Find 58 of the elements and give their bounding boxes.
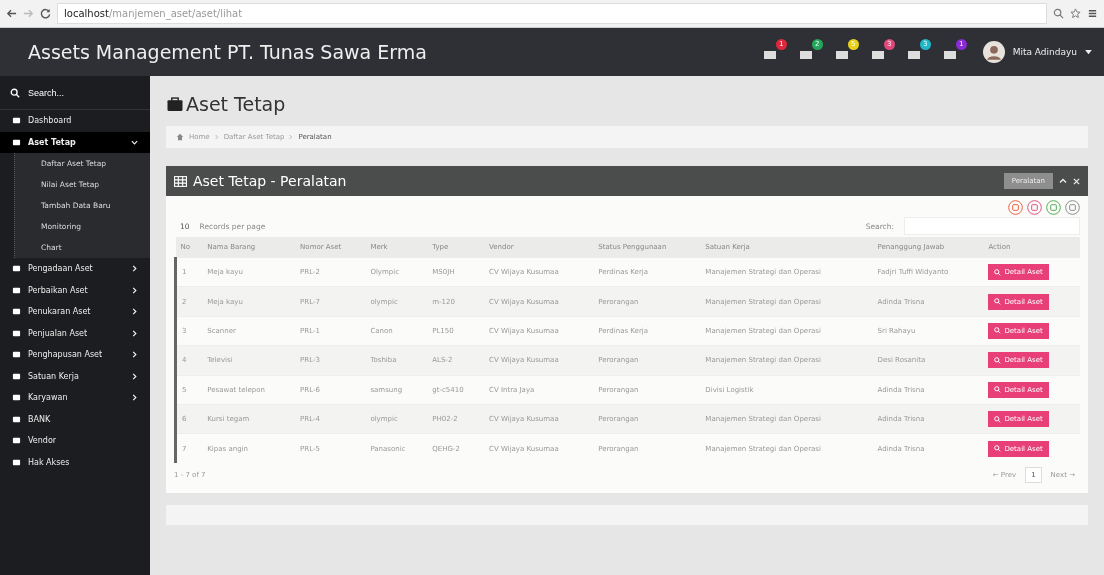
briefcase-icon xyxy=(166,96,184,112)
chevron-right-icon xyxy=(214,134,219,140)
search-icon xyxy=(994,415,1002,423)
reload-icon[interactable] xyxy=(40,8,51,19)
search-icon xyxy=(994,445,1002,453)
sidebar-item[interactable]: Pengadaan Aset xyxy=(0,258,150,280)
menu-icon[interactable] xyxy=(1087,8,1098,19)
menu-item-icon xyxy=(12,285,21,295)
menu-item-icon xyxy=(12,457,21,467)
menu-item-icon xyxy=(12,264,21,274)
address-bar[interactable]: localhost/manjemen_aset/aset/lihat xyxy=(57,3,1047,24)
user-menu[interactable]: Mita Adindayu xyxy=(1012,47,1077,57)
collapse-icon[interactable] xyxy=(1059,177,1067,185)
search-icon xyxy=(994,298,1002,306)
menu-item-icon xyxy=(12,371,21,381)
sidebar-item[interactable]: Satuan Kerja xyxy=(0,365,150,387)
sidebar-item[interactable]: Perbaikan Aset xyxy=(0,279,150,301)
export-icon[interactable] xyxy=(1046,200,1061,215)
sidebar-item[interactable]: Hak Akses xyxy=(0,451,150,473)
search-input[interactable]: Search... xyxy=(26,86,130,99)
star-icon[interactable] xyxy=(1070,8,1081,19)
menu-item-icon xyxy=(12,436,21,446)
search-icon xyxy=(994,356,1002,364)
sidebar-item[interactable]: Karyawan xyxy=(0,387,150,409)
export-icon[interactable] xyxy=(1008,200,1023,215)
menu-item-icon xyxy=(12,414,21,424)
sidebar-item[interactable]: Penghapusan Aset xyxy=(0,344,150,366)
sidebar-item[interactable]: Vendor xyxy=(0,430,150,452)
url-host: localhost xyxy=(64,8,109,19)
search-icon xyxy=(10,87,20,98)
export-icon[interactable] xyxy=(1065,200,1080,215)
close-icon[interactable] xyxy=(1073,177,1080,185)
back-icon[interactable] xyxy=(6,8,17,19)
menu-item-icon xyxy=(12,328,21,338)
menu-item-icon xyxy=(12,307,21,317)
app-title: Assets Management PT. Tunas Sawa Erma xyxy=(28,41,428,63)
sidebar-item[interactable]: Aset Tetap xyxy=(0,131,150,153)
caret-icon[interactable] xyxy=(1085,49,1092,55)
table-icon xyxy=(174,175,187,187)
menu-item-icon xyxy=(12,350,21,360)
sidebar-item[interactable]: Penukaran Aset xyxy=(0,301,150,323)
menu-item-icon xyxy=(12,137,21,147)
search-icon xyxy=(994,386,1002,394)
home-icon xyxy=(176,133,184,141)
page-title: Aset Tetap xyxy=(186,93,286,115)
sidebar-item[interactable]: Dashboard xyxy=(0,110,150,132)
sidebar-item[interactable]: Penjualan Aset xyxy=(0,322,150,344)
menu-item-icon xyxy=(12,393,21,403)
zoom-icon[interactable] xyxy=(1053,8,1064,19)
sidebar-item[interactable]: BANK xyxy=(0,408,150,430)
search-icon xyxy=(994,268,1002,276)
avatar-icon[interactable] xyxy=(982,41,1005,63)
menu-item-icon xyxy=(12,116,21,126)
chevron-right-icon xyxy=(289,134,294,140)
export-icon[interactable] xyxy=(1027,200,1042,215)
search-icon xyxy=(994,327,1002,335)
panel-title: Aset Tetap - Peralatan xyxy=(193,173,348,189)
url-path: /manjemen_aset/aset/lihat xyxy=(108,8,243,19)
